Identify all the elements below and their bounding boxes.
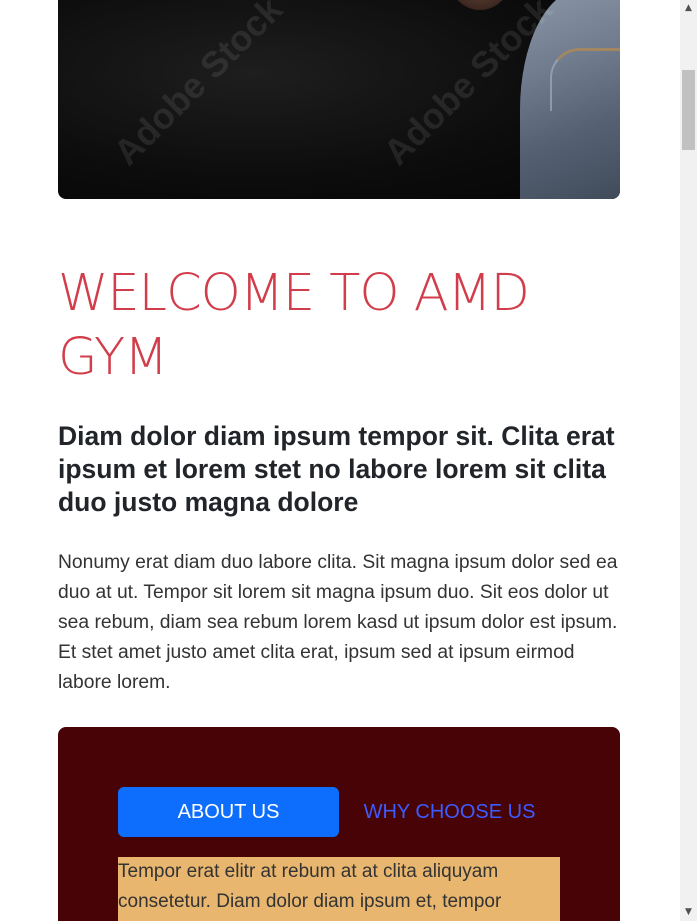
section-subtitle: Diam dolor diam ipsum tempor sit. Clita …: [58, 421, 615, 517]
triangle-down-icon[interactable]: ▼: [680, 904, 697, 921]
vertical-scrollbar[interactable]: ▲ ▼: [680, 0, 697, 921]
hero-arm-shape: [450, 0, 510, 10]
tab-why-choose-us[interactable]: WHY CHOOSE US: [339, 787, 560, 837]
triangle-up-icon[interactable]: ▲: [680, 0, 697, 17]
tab-about-us[interactable]: ABOUT US: [118, 787, 339, 837]
intro-paragraph: Nonumy erat diam duo labore clita. Sit m…: [58, 552, 618, 693]
watermark-text: Adobe Stock: [105, 0, 290, 173]
page-title: WELCOME TO AMD GYM: [58, 264, 530, 387]
hero-pocket-shape: [550, 48, 620, 111]
hero-image: Adobe Stock Adobe Stock: [58, 0, 620, 199]
tab-content-text: Tempor erat elitr at rebum at at clita a…: [118, 857, 560, 921]
scrollbar-thumb[interactable]: [682, 70, 695, 150]
page: Adobe Stock Adobe Stock WELCOME TO AMD G…: [0, 0, 680, 921]
